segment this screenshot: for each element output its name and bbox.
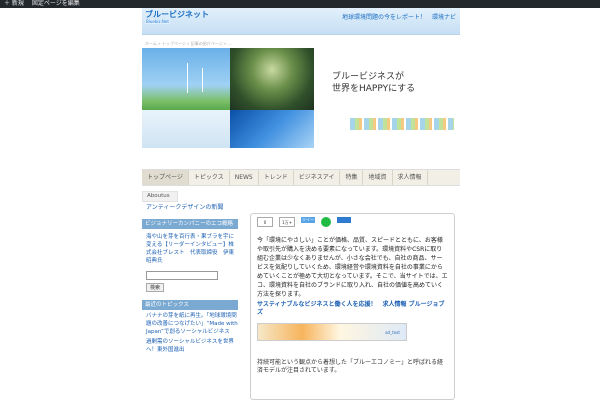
admin-bar-edit-page[interactable]: 固定ページを編集 [32, 0, 80, 8]
main-content: 0 1万+ ツイート 今「環境にやさしい」ことが価格、品質、スピードとともに、お… [250, 213, 455, 400]
sidebar: Aboutus アンティークデザインの新聞 ビジョナリーカンパニーのエコ概略 海… [142, 191, 242, 400]
main-job-link[interactable]: サスティナブルなビジネスと働く人を応援！ 求人情報 ブルージョブズ [251, 299, 454, 317]
sidebar-topic-item[interactable]: 過剰需のソーシャルビジネスを世界へ！東外国進出 [146, 338, 238, 354]
main-bottom-text: 持続可能という観点から着想した「ブルーエコノミー」と呼ばれる経済モデルが注目され… [257, 359, 444, 374]
sidebar-topics-list: バナナの芽を紙に再生。「地球環境問題の改善につなげたい」“Made with J… [142, 310, 242, 354]
nav-item-news[interactable]: NEWS [230, 170, 259, 185]
sidebar-search-button[interactable]: 検索 [146, 283, 164, 292]
hatena-icon[interactable] [337, 217, 351, 223]
hero-illustration [350, 118, 454, 130]
admin-bar-new[interactable]: ＋ 新規 [4, 0, 24, 8]
sidebar-link[interactable]: アンティークデザインの新聞 [142, 202, 242, 211]
sidebar-topic-item[interactable]: バナナの芽を紙に再生。「地球環境問題の改善につなげたい」“Made with J… [146, 312, 238, 336]
nav-item-region[interactable]: 地域資 [363, 170, 393, 185]
nav-item-jobs[interactable]: 求人情報 [393, 170, 428, 185]
bike-photo [142, 110, 230, 148]
sidebar-heading: Aboutus [142, 191, 178, 202]
line-icon[interactable] [321, 217, 331, 227]
sidebar-section-title: ビジョナリーカンパニーのエコ概略 [142, 219, 238, 229]
tweet-button[interactable]: ツイート [301, 217, 315, 228]
nav-item-top[interactable]: トップページ [142, 170, 189, 185]
wind-turbine-photo [142, 48, 230, 110]
site-wrapper: ブルービジネット Bluebiz.Net 地球環境問題の今をレポート！ 環境ナビ… [142, 8, 460, 400]
mixi-count[interactable]: 1万+ [279, 217, 295, 227]
admin-bar: ＋ 新規 固定ページを編集 [0, 0, 600, 8]
sidebar-search-input[interactable] [146, 271, 218, 280]
like-count[interactable]: 0 [257, 217, 273, 227]
nav-item-feature[interactable]: 特集 [340, 170, 364, 185]
global-nav: トップページ トピックス NEWS トレンド ビジネスアイ 特集 地域資 求人情… [142, 169, 460, 186]
site-logo-sub: Bluebiz.Net [145, 19, 170, 24]
tree-photo [230, 48, 314, 110]
main-body-text: 今「環境にやさしい」ことが価格、品質、スピードとともに、お客様や取引先が購入を決… [257, 237, 448, 298]
sidebar-section-text[interactable]: 海や山を芽を百行表・果ブラを宇に変える【リーダーインタビュー】株式会社ブレスト … [142, 229, 242, 265]
nav-item-trend[interactable]: トレンド [259, 170, 294, 185]
hero-banner: ブルービジネスが 世界をHAPPYにする [142, 48, 460, 148]
glass-building-photo [230, 110, 314, 148]
ad-banner[interactable]: ad_text [257, 323, 407, 341]
hero-title: ブルービジネスが 世界をHAPPYにする [332, 71, 415, 95]
nav-item-topics[interactable]: トピックス [189, 170, 230, 185]
hero-message: ブルービジネスが 世界をHAPPYにする [314, 48, 460, 148]
breadcrumb[interactable]: ホーム » トップページ » 記事の紹介ページ » ... [142, 35, 460, 48]
nav-item-business-eye[interactable]: ビジネスアイ [294, 170, 341, 185]
share-buttons: 0 1万+ ツイート [251, 214, 454, 236]
sidebar-topics-title: 最近のトピックス [142, 300, 238, 310]
hero-title-line2: 世界をHAPPYにする [332, 84, 416, 94]
hero-title-line1: ブルービジネスが [332, 72, 405, 82]
site-header: ブルービジネット Bluebiz.Net 地球環境問題の今をレポート！ 環境ナビ [142, 8, 460, 35]
site-tagline: 地球環境問題の今をレポート！ 環境ナビ [341, 14, 456, 21]
ad-banner-text: ad_text [385, 330, 400, 335]
hero-photo-collage [142, 48, 314, 148]
